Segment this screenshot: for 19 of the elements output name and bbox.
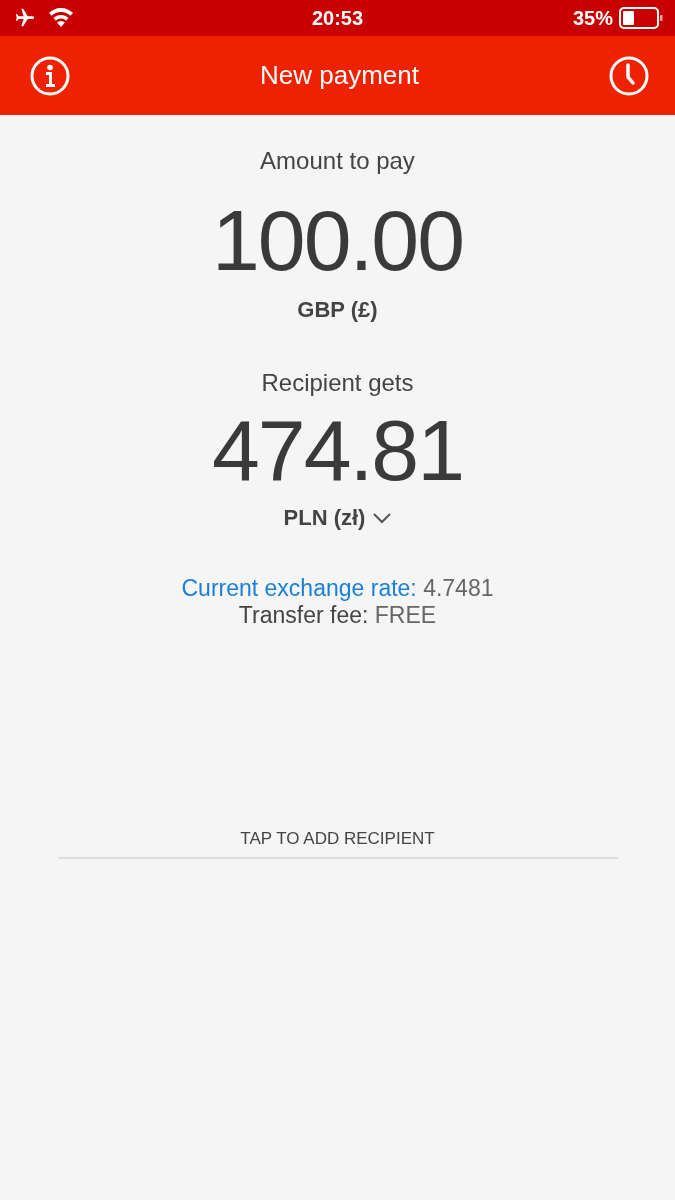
battery-percentage: 35% — [572, 6, 613, 30]
transfer-fee-value: FREE — [374, 602, 437, 628]
info-button[interactable] — [30, 55, 70, 96]
exchange-rate-link[interactable]: Current exchange rate: — [181, 575, 417, 601]
wifi-icon — [48, 8, 74, 28]
battery-icon — [619, 7, 663, 29]
history-button[interactable] — [609, 55, 649, 96]
recipient-value[interactable]: 474.81 — [211, 407, 463, 493]
amount-currency: GBP (£) — [297, 297, 378, 323]
amount-value[interactable]: 100.00 — [211, 197, 463, 283]
amount-label: Amount to pay — [260, 147, 415, 175]
add-recipient-button[interactable]: TAP TO ADD RECIPIENT — [57, 829, 618, 859]
exchange-rate-value: 4.7481 — [423, 575, 494, 601]
status-time: 20:53 — [311, 6, 364, 30]
chevron-down-icon — [373, 512, 392, 524]
currency-selector[interactable]: PLN (zł) — [283, 505, 392, 531]
transfer-fee-label: Transfer fee: — [238, 602, 369, 628]
screen-title: New payment — [260, 60, 419, 91]
recipient-label: Recipient gets — [261, 369, 414, 397]
